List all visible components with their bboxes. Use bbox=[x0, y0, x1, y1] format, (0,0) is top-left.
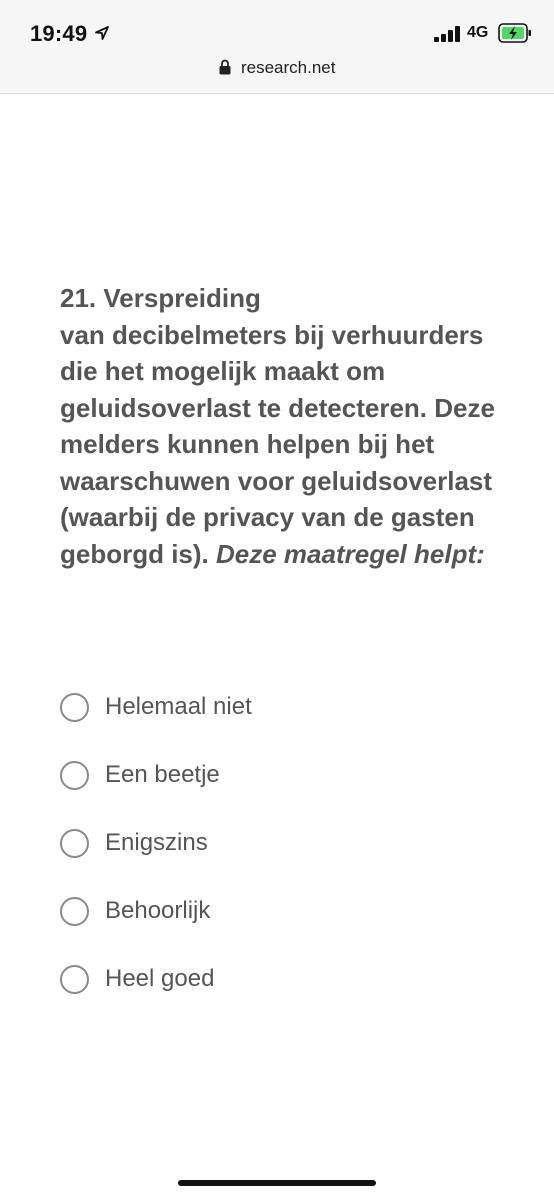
network-type: 4G bbox=[467, 24, 489, 41]
lock-icon bbox=[219, 59, 231, 74]
home-indicator[interactable] bbox=[178, 1180, 376, 1186]
option-helemaal-niet[interactable]: Helemaal niet bbox=[60, 688, 500, 756]
question-number: 21. bbox=[60, 283, 97, 313]
radio-button[interactable] bbox=[60, 897, 89, 926]
radio-button[interactable] bbox=[60, 761, 89, 790]
option-behoorlijk[interactable]: Behoorlijk bbox=[60, 892, 500, 960]
radio-button[interactable] bbox=[60, 693, 89, 722]
status-bar: 19:49 4G research.net bbox=[0, 0, 554, 94]
url-text: research.net bbox=[240, 58, 336, 77]
question-text: 21. Verspreiding van decibelmeters bij v… bbox=[60, 280, 500, 572]
status-time: 19:49 bbox=[30, 21, 88, 46]
option-label: Enigszins bbox=[105, 829, 208, 856]
option-label: Heel goed bbox=[105, 965, 215, 992]
option-een-beetje[interactable]: Een beetje bbox=[60, 756, 500, 824]
address-bar[interactable]: research.net bbox=[0, 58, 554, 84]
option-enigszins[interactable]: Enigszins bbox=[60, 824, 500, 892]
question-emphasis: Deze maatregel helpt: bbox=[216, 538, 485, 569]
option-label: Behoorlijk bbox=[105, 897, 211, 924]
location-arrow-icon bbox=[95, 26, 109, 40]
option-label: Een beetje bbox=[105, 761, 220, 788]
option-label: Helemaal niet bbox=[105, 693, 252, 720]
battery-charging-icon bbox=[498, 23, 531, 43]
answer-options: Helemaal niet Een beetje Enigszins Behoo… bbox=[60, 688, 500, 1028]
radio-button[interactable] bbox=[60, 965, 89, 994]
question-title: Verspreiding bbox=[103, 283, 261, 313]
option-heel-goed[interactable]: Heel goed bbox=[60, 960, 500, 1028]
radio-button[interactable] bbox=[60, 829, 89, 858]
cellular-signal-icon bbox=[434, 26, 460, 42]
question-body: van decibelmeters bij verhuurders die he… bbox=[60, 319, 495, 569]
